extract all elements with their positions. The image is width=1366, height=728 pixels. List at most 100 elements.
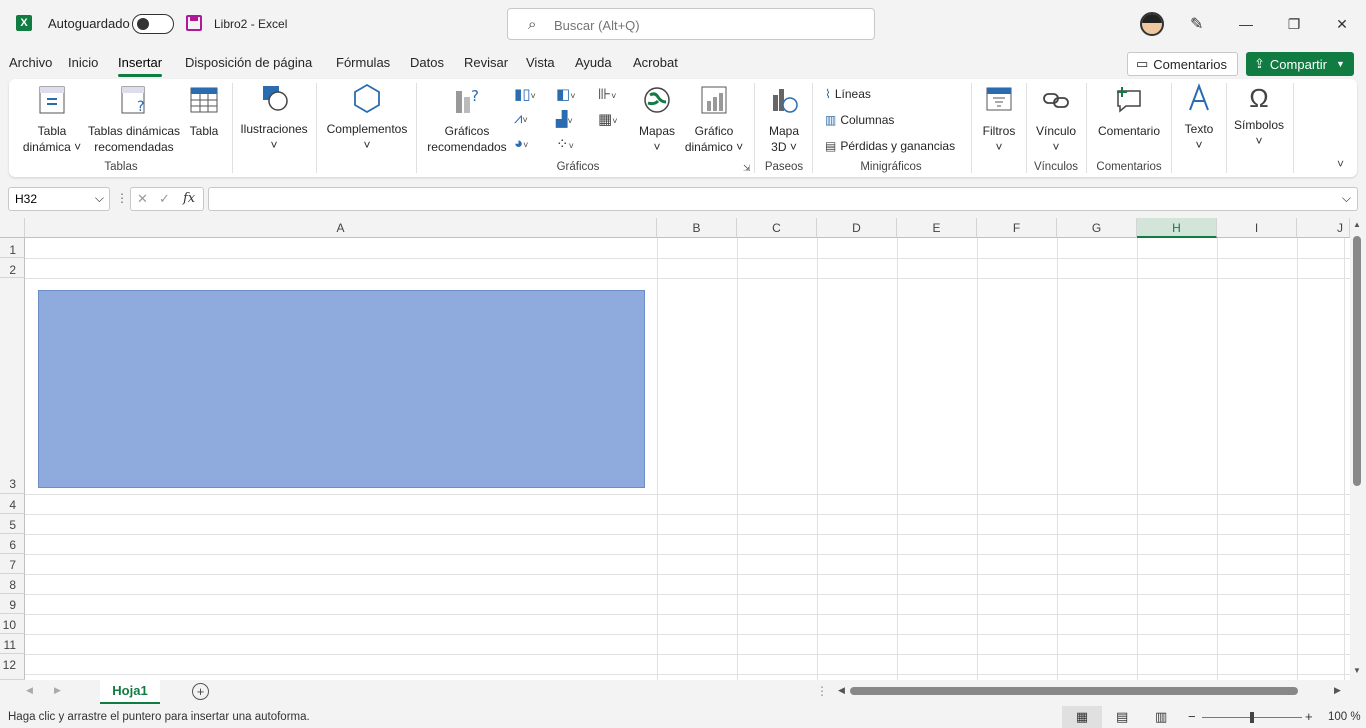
- pen-icon[interactable]: ✎: [1190, 14, 1203, 34]
- collapse-ribbon-icon[interactable]: ˅: [1337, 157, 1344, 171]
- column-chart-icon[interactable]: ▮▯˅: [514, 85, 536, 103]
- page-layout-view-icon[interactable]: ▤: [1116, 709, 1128, 725]
- hierarchy-chart-icon[interactable]: ◧˅: [556, 85, 575, 103]
- waterfall-chart-icon[interactable]: ⊪˅: [598, 85, 616, 103]
- vertical-scrollbar[interactable]: ▲ ▼: [1350, 218, 1366, 680]
- table-button[interactable]: Tabla: [183, 85, 225, 139]
- tab-formulas[interactable]: Fórmulas: [336, 55, 390, 70]
- row-header-8[interactable]: 8: [0, 574, 25, 594]
- comments-button[interactable]: ▭ Comentarios: [1127, 52, 1238, 76]
- column-header-h[interactable]: H: [1137, 218, 1217, 238]
- tab-ayuda[interactable]: Ayuda: [575, 55, 612, 70]
- add-sheet-button[interactable]: +: [192, 683, 209, 700]
- row-header-2[interactable]: 2: [0, 258, 25, 278]
- sparkline-winloss-button[interactable]: ▤ Pérdidas y ganancias: [825, 139, 955, 153]
- scatter-chart-icon[interactable]: ⁘˅: [556, 135, 574, 153]
- scroll-left-icon[interactable]: ◀: [838, 685, 845, 696]
- row-header-3[interactable]: 3: [0, 278, 25, 494]
- insert-function-button[interactable]: fx: [183, 191, 195, 206]
- tab-datos[interactable]: Datos: [410, 55, 444, 70]
- column-header-d[interactable]: D: [817, 218, 897, 238]
- close-button[interactable]: ✕: [1328, 10, 1356, 38]
- pivot-table-button[interactable]: Tabla dinámica ˅: [17, 85, 87, 155]
- formula-bar-options-icon[interactable]: ⋮: [116, 191, 128, 205]
- column-header-i[interactable]: I: [1217, 218, 1297, 238]
- column-header-j[interactable]: J: [1297, 218, 1350, 238]
- tab-revisar[interactable]: Revisar: [464, 55, 508, 70]
- column-header-b[interactable]: B: [657, 218, 737, 238]
- worksheet-grid[interactable]: A B C D E F G H I J 1 2 3 4 5 6 7 8 9 10…: [0, 218, 1350, 680]
- zoom-out-button[interactable]: −: [1188, 709, 1196, 724]
- enter-icon[interactable]: ✓: [159, 191, 170, 207]
- sparkline-lines-button[interactable]: ⌇ Líneas: [825, 87, 871, 101]
- zoom-in-button[interactable]: +: [1305, 709, 1313, 724]
- split-handle-icon[interactable]: ⋮: [816, 684, 828, 698]
- tab-acrobat[interactable]: Acrobat: [633, 55, 678, 70]
- recommended-charts-button[interactable]: ? Gráficos recomendados: [423, 85, 511, 155]
- row-header-12[interactable]: 12: [0, 654, 25, 680]
- sparkline-columns-button[interactable]: ▥ Columnas: [825, 113, 894, 127]
- row-header-5[interactable]: 5: [0, 514, 25, 534]
- illustrations-button[interactable]: Ilustraciones ˅: [237, 83, 311, 153]
- formula-input[interactable]: ⌵: [208, 187, 1358, 211]
- row-header-11[interactable]: 11: [0, 634, 25, 654]
- line-chart-icon[interactable]: ⩘˅: [514, 110, 528, 127]
- column-header-a[interactable]: A: [25, 218, 657, 238]
- name-box-input[interactable]: [15, 192, 85, 206]
- select-all-corner[interactable]: [0, 218, 25, 238]
- vertical-scroll-thumb[interactable]: [1353, 236, 1361, 486]
- new-comment-button[interactable]: Comentario: [1093, 85, 1165, 139]
- zoom-slider[interactable]: [1202, 712, 1302, 723]
- row-header-4[interactable]: 4: [0, 494, 25, 514]
- autosave-toggle[interactable]: [132, 14, 174, 34]
- column-header-f[interactable]: F: [977, 218, 1057, 238]
- share-button[interactable]: ⇪ Compartir ▼: [1246, 52, 1354, 76]
- maps-button[interactable]: Mapas ˅: [635, 85, 679, 155]
- column-header-c[interactable]: C: [737, 218, 817, 238]
- addins-button[interactable]: Complementos ˅: [321, 83, 413, 153]
- symbols-button[interactable]: Ω Símbolos ˅: [1231, 83, 1287, 149]
- column-header-g[interactable]: G: [1057, 218, 1137, 238]
- row-header-1[interactable]: 1: [0, 238, 25, 258]
- search-input[interactable]: [554, 15, 854, 35]
- restore-button[interactable]: ❐: [1280, 10, 1308, 38]
- tab-disposicion[interactable]: Disposición de página: [185, 55, 312, 70]
- tab-insertar[interactable]: Insertar: [118, 55, 163, 77]
- sheet-tab-hoja1[interactable]: Hoja1: [100, 680, 160, 704]
- cancel-icon[interactable]: ✕: [137, 191, 148, 207]
- page-break-view-icon[interactable]: ▥: [1155, 709, 1167, 725]
- statistic-chart-icon[interactable]: ▟˅: [556, 110, 573, 128]
- text-button[interactable]: Texto ˅: [1177, 83, 1221, 153]
- avatar[interactable]: [1140, 12, 1164, 36]
- sheet-next-icon[interactable]: ▶: [54, 685, 61, 696]
- row-header-10[interactable]: 10: [0, 614, 25, 634]
- chevron-down-icon[interactable]: ⌵: [95, 191, 104, 206]
- name-box[interactable]: ⌵: [8, 187, 110, 211]
- minimize-button[interactable]: —: [1232, 10, 1260, 38]
- link-button[interactable]: Vínculo ˅: [1031, 85, 1081, 155]
- row-header-9[interactable]: 9: [0, 594, 25, 614]
- sheet-prev-icon[interactable]: ◀: [26, 685, 33, 696]
- pivot-chart-button[interactable]: Gráfico dinámico ˅: [679, 85, 749, 155]
- save-icon[interactable]: [186, 15, 202, 31]
- combo-chart-icon[interactable]: ▦˅: [598, 110, 617, 128]
- normal-view-button[interactable]: ▦: [1062, 706, 1102, 728]
- zoom-slider-thumb[interactable]: [1250, 712, 1254, 723]
- scroll-down-icon[interactable]: ▼: [1353, 666, 1361, 675]
- tab-inicio[interactable]: Inicio: [68, 55, 98, 70]
- column-header-e[interactable]: E: [897, 218, 977, 238]
- 3d-map-button[interactable]: Mapa 3D ˅: [759, 85, 809, 155]
- dialog-launcher-icon[interactable]: ⇲: [743, 163, 751, 174]
- pie-chart-icon[interactable]: ◕˅: [514, 135, 528, 152]
- tab-archivo[interactable]: Archivo: [9, 55, 52, 70]
- filters-button[interactable]: Filtros ˅: [977, 85, 1021, 155]
- horizontal-scroll-thumb[interactable]: [850, 687, 1298, 695]
- expand-formula-bar-icon[interactable]: ⌵: [1342, 191, 1351, 206]
- rectangle-shape[interactable]: [38, 290, 645, 488]
- zoom-level[interactable]: 100 %: [1328, 711, 1361, 723]
- row-header-7[interactable]: 7: [0, 554, 25, 574]
- search-box[interactable]: ⌕: [507, 8, 875, 40]
- scroll-up-icon[interactable]: ▲: [1353, 220, 1361, 229]
- recommended-pivots-button[interactable]: ? Tablas dinámicas recomendadas: [87, 85, 181, 155]
- row-header-6[interactable]: 6: [0, 534, 25, 554]
